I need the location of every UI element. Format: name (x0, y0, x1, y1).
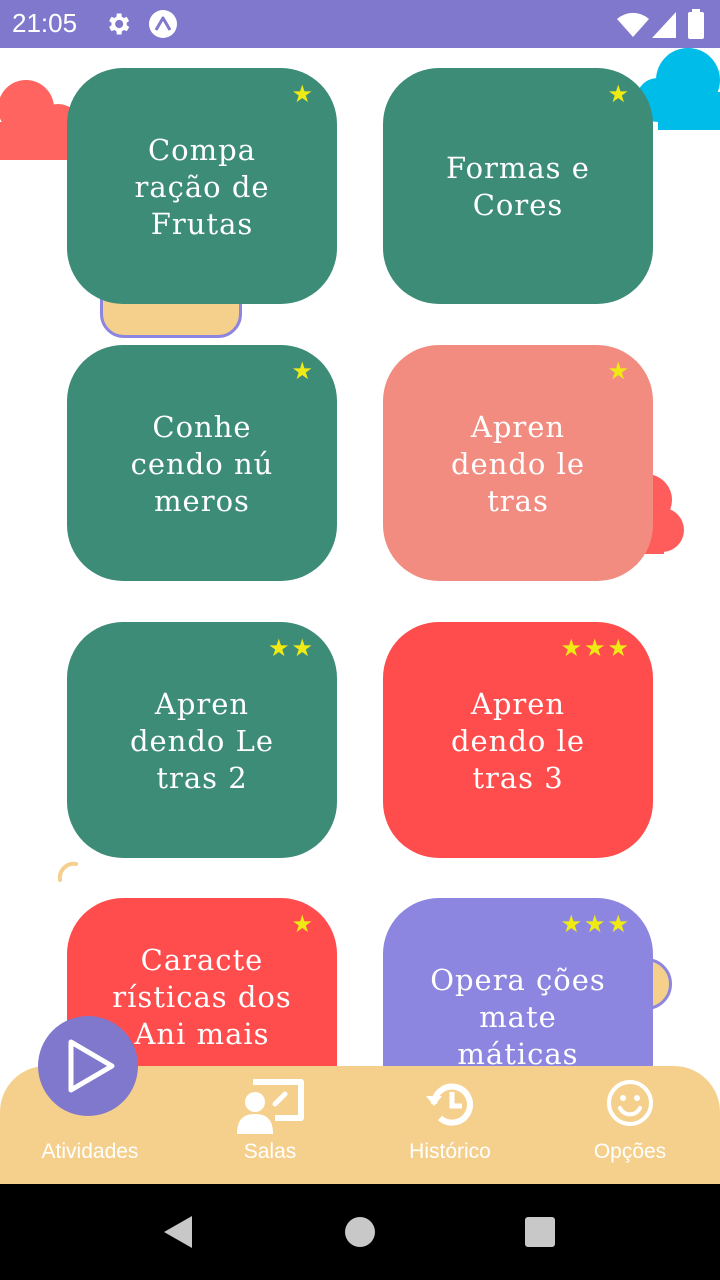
back-icon[interactable] (162, 1214, 194, 1250)
star-rating: ★ ★ ★ (560, 636, 629, 660)
star-rating: ★ (607, 82, 629, 106)
activity-title: Apren dendo Le tras 2 (129, 687, 275, 795)
star-icon: ★ (583, 634, 606, 662)
classroom-icon (237, 1079, 304, 1134)
star-rating: ★ (291, 82, 313, 106)
system-navigation-bar (0, 1184, 720, 1280)
home-icon[interactable] (344, 1216, 376, 1248)
arc-decoration (57, 861, 78, 882)
activity-card-aprendendo-letras-2[interactable]: ★ ★ Apren dendo Le tras 2 (67, 622, 337, 858)
star-icon: ★ (607, 910, 629, 938)
star-icon: ★ (291, 910, 313, 938)
activity-card-comparacao-frutas[interactable]: ★ Compa ração de Frutas (67, 68, 337, 304)
nav-label: Histórico (409, 1140, 491, 1163)
activity-card-aprendendo-letras[interactable]: ★ Apren dendo le tras (383, 345, 653, 581)
activities-list[interactable]: ★ Compa ração de Frutas ★ Formas e Cores… (0, 48, 720, 1184)
star-icon: ★ (607, 634, 629, 662)
history-icon (426, 1083, 473, 1126)
nav-label: Atividades (41, 1140, 139, 1163)
star-rating: ★ ★ ★ (560, 912, 629, 936)
activity-card-aprendendo-letras-3[interactable]: ★ ★ ★ Apren dendo le tras 3 (383, 622, 653, 858)
gear-icon (109, 13, 130, 35)
activity-title: Conhe cendo nú meros (130, 410, 274, 518)
star-icon: ★ (560, 910, 582, 938)
star-rating: ★ (291, 912, 313, 936)
star-rating: ★ ★ (268, 636, 313, 660)
star-icon: ★ (267, 634, 290, 662)
activity-title: Opera ções mate máticas (430, 963, 606, 1071)
nav-label: Salas (243, 1140, 297, 1163)
star-icon: ★ (291, 80, 313, 108)
status-time: 21:05 (12, 8, 78, 38)
activity-title: Formas e Cores (446, 151, 590, 222)
expo-icon (149, 10, 177, 38)
activity-title: Apren dendo le tras 3 (450, 687, 586, 795)
star-icon: ★ (583, 910, 606, 938)
nav-item-opcoes[interactable]: Opções (540, 1066, 720, 1184)
smiley-icon (607, 1080, 653, 1126)
nav-label: Opções (593, 1140, 667, 1163)
play-icon (68, 1039, 115, 1093)
star-icon: ★ (560, 634, 582, 662)
star-icon: ★ (607, 357, 629, 385)
status-bar: 21:05 (0, 0, 720, 48)
play-button[interactable] (38, 1016, 138, 1116)
star-icon: ★ (607, 80, 629, 108)
signal-icon (652, 12, 676, 38)
activity-card-formas-cores[interactable]: ★ Formas e Cores (383, 68, 653, 304)
nav-item-historico[interactable]: Histórico (360, 1066, 540, 1184)
nav-item-salas[interactable]: Salas (180, 1066, 360, 1184)
star-icon: ★ (291, 634, 313, 662)
activity-title: Apren dendo le tras (450, 410, 586, 518)
activity-title: Compa ração de Frutas (134, 133, 270, 241)
recents-icon[interactable] (524, 1216, 556, 1248)
activity-card-conhecendo-numeros[interactable]: ★ Conhe cendo nú meros (67, 345, 337, 581)
wifi-icon (617, 12, 649, 37)
star-icon: ★ (291, 357, 313, 385)
battery-icon (688, 9, 704, 39)
star-rating: ★ (607, 359, 629, 383)
star-rating: ★ (291, 359, 313, 383)
